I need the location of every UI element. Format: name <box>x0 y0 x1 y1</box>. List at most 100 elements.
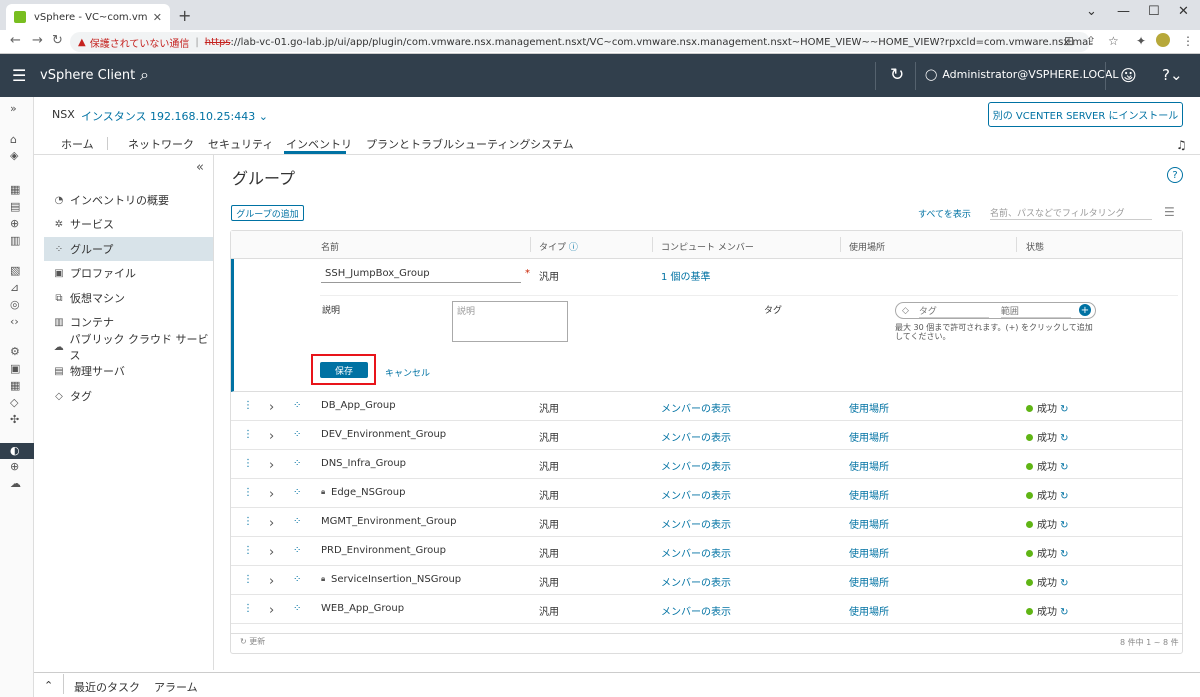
collapse-sidebar-icon[interactable]: « <box>196 160 204 175</box>
admin-icon[interactable]: ⚙ <box>10 345 20 358</box>
table-row[interactable]: ⋮ › ⁘ Edge_NSGroup 🔒︎ 汎用 メンバーの表示 使用場所 成功 ↻ <box>231 479 1182 508</box>
sidebar-item-vms[interactable]: ⧉ 仮想マシン <box>44 286 213 310</box>
expand-row-icon[interactable]: › <box>269 429 274 444</box>
sidebar-item-physical-servers[interactable]: ▤ 物理サーバ <box>44 359 213 383</box>
lifecycle-icon[interactable]: ◎ <box>10 298 20 311</box>
refresh-status-icon[interactable]: ↻ <box>1057 607 1068 618</box>
row-actions-icon[interactable]: ⋮ <box>243 429 253 440</box>
minimize-icon[interactable]: — <box>1117 4 1130 19</box>
tab-plan-troubleshoot[interactable]: プランとトラブルシューティング <box>366 136 530 152</box>
tag-input[interactable]: タグ <box>918 304 989 318</box>
library-icon[interactable]: ▧ <box>10 264 20 277</box>
user-menu[interactable]: ◯ Administrator@VSPHERE.LOCAL ⌄ <box>925 68 1134 81</box>
description-textarea[interactable]: 説明 <box>452 301 568 342</box>
row-actions-icon[interactable]: ⋮ <box>243 574 253 585</box>
table-row[interactable]: ⋮ › ⁘ WEB_App_Group 汎用 メンバーの表示 使用場所 成功 ↻ <box>231 595 1182 624</box>
show-all-link[interactable]: すべてを表示 <box>918 207 971 220</box>
share-icon[interactable]: ⇪ <box>1086 34 1096 48</box>
sidebar-item-public-cloud[interactable]: ☁ パブリック クラウド サービス <box>44 333 213 362</box>
expand-up-icon[interactable]: ⌃ <box>44 679 53 692</box>
where-used-link[interactable]: 使用場所 <box>849 400 889 415</box>
tags-icon[interactable]: ◇ <box>10 396 18 409</box>
instance-selector[interactable]: インスタンス 192.168.10.25:443 ⌄ <box>81 108 268 124</box>
shortcuts-icon[interactable]: ◈ <box>10 149 18 162</box>
sidebar-item-groups[interactable]: ⁘ グループ <box>44 237 213 261</box>
hamburger-menu-icon[interactable]: ☰ <box>12 66 26 85</box>
notification-bell-icon[interactable]: ♫ <box>1176 138 1187 152</box>
search-icon[interactable]: ⌕ <box>140 65 149 85</box>
storage-icon[interactable]: ⊕ <box>10 217 19 230</box>
profile-avatar-icon[interactable] <box>1156 33 1170 47</box>
view-members-link[interactable]: メンバーの表示 <box>661 574 731 589</box>
tab-system[interactable]: システム <box>530 136 574 152</box>
url-input[interactable]: ▲ 保護されていない通信 | https ://lab-vc-01.go-lab… <box>70 32 1090 52</box>
close-icon[interactable]: ✕ <box>153 11 162 24</box>
refresh-status-icon[interactable]: ↻ <box>1057 433 1068 444</box>
alarms-tab[interactable]: アラーム <box>154 679 198 695</box>
view-members-link[interactable]: メンバーの表示 <box>661 400 731 415</box>
table-row[interactable]: ⋮ › ⁘ DNS_Infra_Group 汎用 メンバーの表示 使用場所 成功 ↻ <box>231 450 1182 479</box>
feedback-smiley-icon[interactable]: ☺ <box>1120 66 1137 85</box>
cloud-plugin-icon[interactable]: ☁ <box>10 477 21 490</box>
home-icon[interactable]: ⌂ <box>10 133 17 146</box>
where-used-link[interactable]: 使用場所 <box>849 603 889 618</box>
filter-input[interactable]: 名前、パスなどでフィルタリング <box>990 206 1152 220</box>
browser-tab[interactable]: vSphere - VC~com.vmware.nsx.m ✕ <box>6 4 170 30</box>
tag-input-group[interactable]: ◇ タグ 範囲 <box>895 302 1096 319</box>
maximize-icon[interactable]: ☐ <box>1148 4 1160 19</box>
new-tab-icon[interactable]: + <box>178 6 191 25</box>
cancel-button[interactable]: キャンセル <box>385 366 430 379</box>
tasks-icon[interactable]: ▣ <box>10 362 20 375</box>
expand-rail-icon[interactable]: » <box>10 102 17 115</box>
vms-icon[interactable]: ▤ <box>10 200 20 213</box>
sidebar-item-tags[interactable]: ◇ タグ <box>44 384 213 408</box>
extensions-icon[interactable]: ✦ <box>1136 34 1146 48</box>
row-actions-icon[interactable]: ⋮ <box>243 545 253 556</box>
row-actions-icon[interactable]: ⋮ <box>243 487 253 498</box>
where-used-link[interactable]: 使用場所 <box>849 574 889 589</box>
row-actions-icon[interactable]: ⋮ <box>243 400 253 411</box>
scope-input[interactable]: 範囲 <box>1000 304 1071 318</box>
reload-icon[interactable]: ↻ <box>52 33 63 48</box>
edit-members-link[interactable]: 1 個の基準 <box>661 268 711 283</box>
view-members-link[interactable]: メンバーの表示 <box>661 487 731 502</box>
expand-row-icon[interactable]: › <box>269 545 274 560</box>
refresh-status-icon[interactable]: ↻ <box>1057 404 1068 415</box>
tab-security[interactable]: セキュリティ <box>208 136 273 152</box>
refresh-button[interactable]: ↻ 更新 <box>240 636 265 647</box>
refresh-icon[interactable]: ↻ <box>890 65 904 85</box>
expand-row-icon[interactable]: › <box>269 400 274 415</box>
where-used-link[interactable]: 使用場所 <box>849 516 889 531</box>
table-row[interactable]: ⋮ › ⁘ MGMT_Environment_Group 汎用 メンバーの表示 使用場所 成功… <box>231 508 1182 537</box>
plugin-icon[interactable]: ⊕ <box>10 460 19 473</box>
table-row[interactable]: ⋮ › ⁘ PRD_Environment_Group 汎用 メンバーの表示 使用場所 成功 … <box>231 537 1182 566</box>
col-status[interactable]: 状態 <box>1026 240 1044 253</box>
tab-inventory[interactable]: インベントリ <box>286 136 352 152</box>
policies-icon[interactable]: ⊿ <box>10 281 19 294</box>
refresh-status-icon[interactable]: ↻ <box>1057 578 1068 589</box>
expand-row-icon[interactable]: › <box>269 574 274 589</box>
tab-network[interactable]: ネットワーク <box>128 136 194 152</box>
view-members-link[interactable]: メンバーの表示 <box>661 545 731 560</box>
browser-menu-icon[interactable]: ⋮ <box>1182 34 1194 48</box>
sidebar-item-inventory-overview[interactable]: ◔ インベントリの概要 <box>44 188 213 212</box>
install-vcenter-button[interactable]: 別の VCENTER SERVER にインストール <box>988 102 1183 127</box>
forward-icon[interactable]: → <box>32 33 43 48</box>
network-icon[interactable]: ▥ <box>10 234 20 247</box>
table-row[interactable]: ⋮ › ⁘ ServiceInsertion_NSGroup 🔒︎ 汎用 メンバーの表示 使用… <box>231 566 1182 595</box>
sidebar-item-services[interactable]: ✲ サービス <box>44 212 213 236</box>
expand-row-icon[interactable]: › <box>269 516 274 531</box>
view-members-link[interactable]: メンバーの表示 <box>661 516 731 531</box>
filter-icon[interactable]: ☰ <box>1164 205 1175 219</box>
refresh-status-icon[interactable]: ↻ <box>1057 462 1068 473</box>
table-row[interactable]: ⋮ › ⁘ DEV_Environment_Group 汎用 メンバーの表示 使用場所 成功 … <box>231 421 1182 450</box>
col-where-used[interactable]: 使用場所 <box>849 240 885 253</box>
events-icon[interactable]: ▦ <box>10 379 20 392</box>
view-members-link[interactable]: メンバーの表示 <box>661 429 731 444</box>
row-actions-icon[interactable]: ⋮ <box>243 603 253 614</box>
sidebar-item-profiles[interactable]: ▣ プロファイル <box>44 261 213 285</box>
view-members-link[interactable]: メンバーの表示 <box>661 603 731 618</box>
window-close-icon[interactable]: ✕ <box>1178 4 1189 19</box>
add-tag-icon[interactable]: + <box>1079 304 1091 316</box>
where-used-link[interactable]: 使用場所 <box>849 429 889 444</box>
